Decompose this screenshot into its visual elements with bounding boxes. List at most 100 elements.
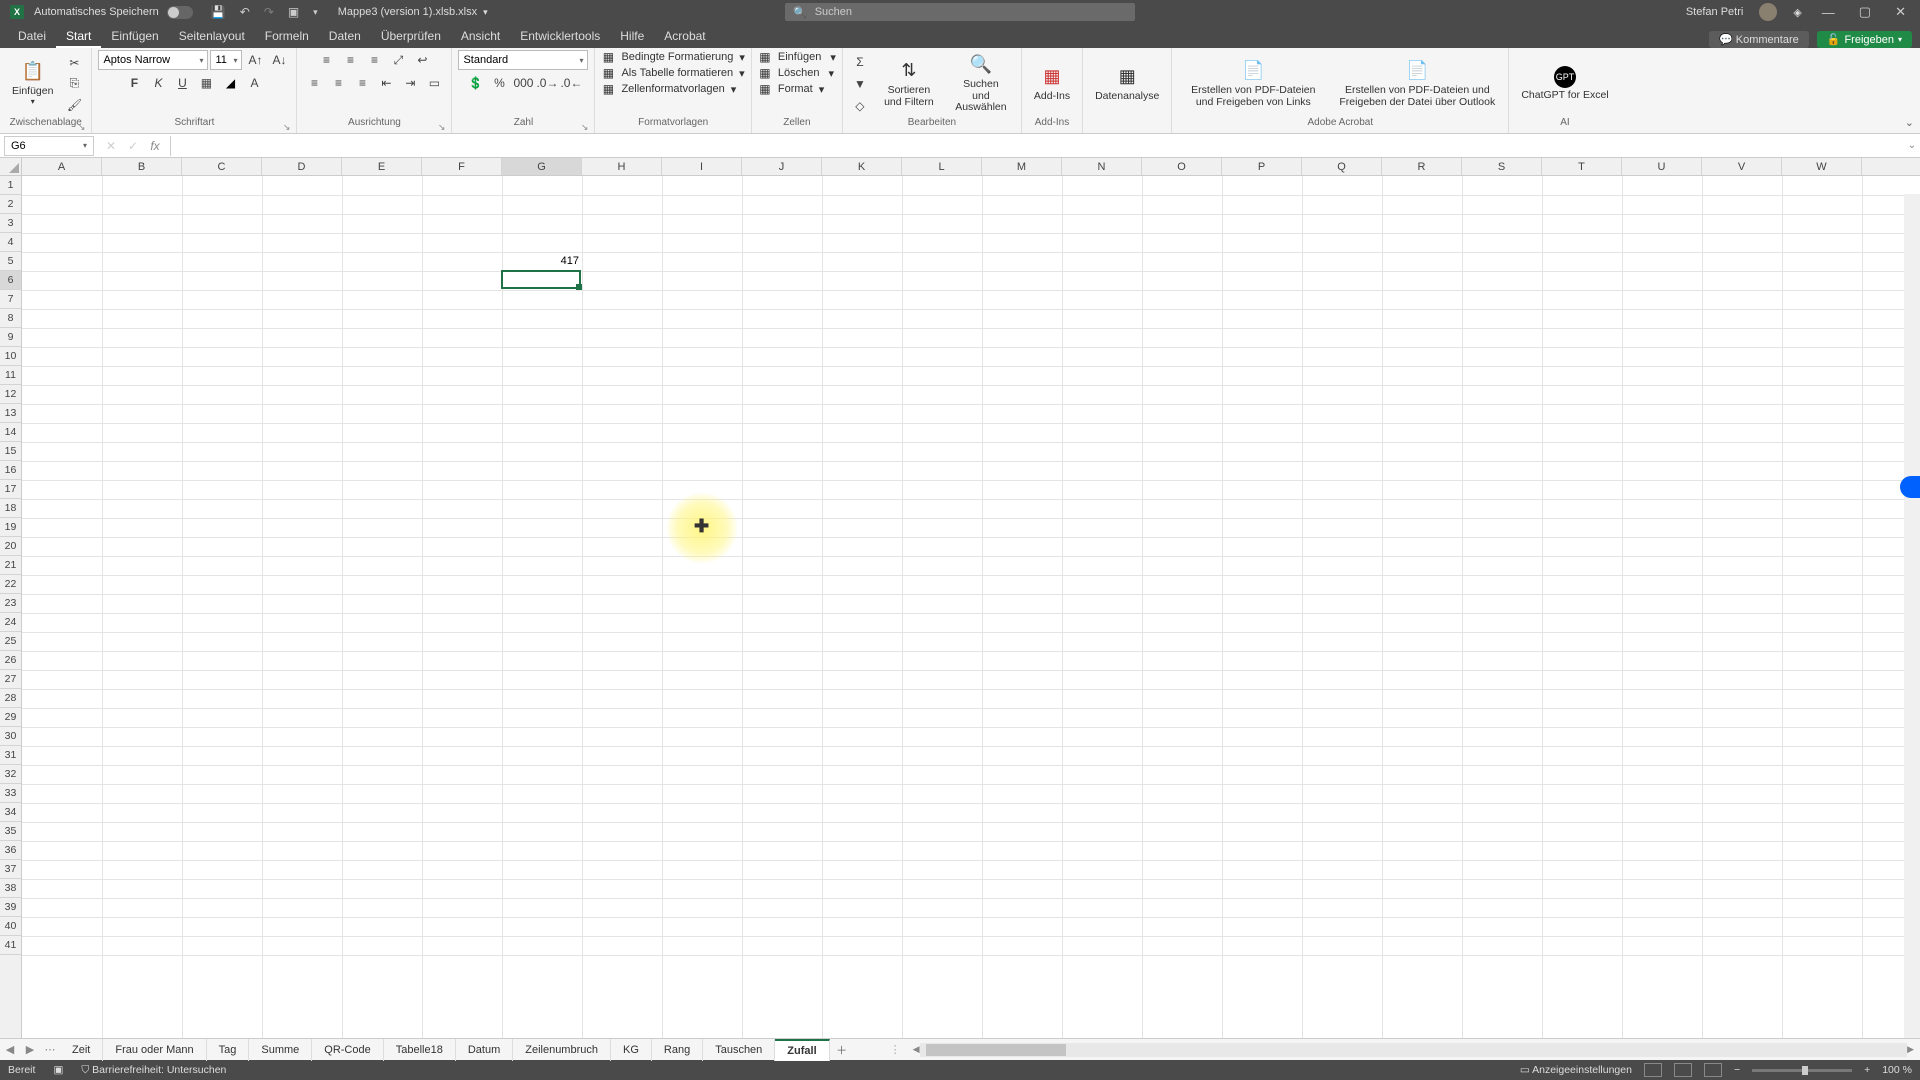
col-header-C[interactable]: C xyxy=(182,158,262,175)
autosave-switch[interactable] xyxy=(167,6,193,19)
col-header-S[interactable]: S xyxy=(1462,158,1542,175)
row-header-3[interactable]: 3 xyxy=(0,214,21,233)
search-input[interactable]: 🔍 Suchen xyxy=(785,3,1135,21)
name-box[interactable]: G6 ▾ xyxy=(4,136,94,156)
row-header-26[interactable]: 26 xyxy=(0,651,21,670)
sheet-tab-frau-oder-mann[interactable]: Frau oder Mann xyxy=(103,1039,206,1061)
menu-tab-start[interactable]: Start xyxy=(56,26,101,48)
menu-tab-einfügen[interactable]: Einfügen xyxy=(101,26,168,48)
side-panel-icon[interactable] xyxy=(1900,476,1920,498)
fill-color-icon[interactable]: ◢ xyxy=(219,73,241,93)
zoom-slider[interactable] xyxy=(1752,1069,1852,1072)
macro-record-icon[interactable]: ▣ xyxy=(53,1064,63,1076)
col-header-E[interactable]: E xyxy=(342,158,422,175)
expand-formula-icon[interactable]: ⌄ xyxy=(1904,140,1920,151)
avatar[interactable] xyxy=(1759,3,1777,21)
row-header-28[interactable]: 28 xyxy=(0,689,21,708)
row-header-41[interactable]: 41 xyxy=(0,936,21,955)
col-header-Q[interactable]: Q xyxy=(1302,158,1382,175)
row-header-4[interactable]: 4 xyxy=(0,233,21,252)
copy-icon[interactable]: ⎘ xyxy=(63,74,85,94)
select-all-button[interactable] xyxy=(0,158,22,176)
col-header-D[interactable]: D xyxy=(262,158,342,175)
sheet-tab-tag[interactable]: Tag xyxy=(207,1039,250,1061)
menu-tab-hilfe[interactable]: Hilfe xyxy=(610,26,654,48)
col-header-L[interactable]: L xyxy=(902,158,982,175)
sheet-tab-datum[interactable]: Datum xyxy=(456,1039,513,1061)
row-header-31[interactable]: 31 xyxy=(0,746,21,765)
row-header-7[interactable]: 7 xyxy=(0,290,21,309)
data-analysis-button[interactable]: ▦ Datenanalyse xyxy=(1089,63,1165,105)
vertical-scrollbar[interactable] xyxy=(1904,194,1920,1038)
row-header-25[interactable]: 25 xyxy=(0,632,21,651)
row-header-36[interactable]: 36 xyxy=(0,841,21,860)
row-header-17[interactable]: 17 xyxy=(0,480,21,499)
menu-tab-ansicht[interactable]: Ansicht xyxy=(451,26,510,48)
menu-tab-seitenlayout[interactable]: Seitenlayout xyxy=(169,26,255,48)
sheet-tab-rang[interactable]: Rang xyxy=(652,1039,703,1061)
document-name[interactable]: Mappe3 (version 1).xlsb.xlsx ▾ xyxy=(338,6,488,18)
enter-icon[interactable]: ✓ xyxy=(124,139,142,153)
row-header-39[interactable]: 39 xyxy=(0,898,21,917)
sheet-tab-tabelle18[interactable]: Tabelle18 xyxy=(384,1039,456,1061)
cell-g5[interactable]: 417 xyxy=(502,252,582,271)
dialog-launcher-icon[interactable]: ↘ xyxy=(283,122,291,133)
decrease-font-icon[interactable]: A↓ xyxy=(268,50,290,70)
row-header-1[interactable]: 1 xyxy=(0,176,21,195)
wrap-text-icon[interactable]: ↩ xyxy=(411,50,433,70)
thousands-icon[interactable]: 000 xyxy=(512,73,534,93)
formula-input[interactable] xyxy=(170,136,1904,156)
font-size-combo[interactable]: 11▾ xyxy=(210,50,242,70)
col-header-V[interactable]: V xyxy=(1702,158,1782,175)
menu-tab-datei[interactable]: Datei xyxy=(8,26,56,48)
col-header-K[interactable]: K xyxy=(822,158,902,175)
row-header-35[interactable]: 35 xyxy=(0,822,21,841)
sheet-tab-tauschen[interactable]: Tauschen xyxy=(703,1039,775,1061)
pdf-links-button[interactable]: 📄 Erstellen von PDF-Dateien und Freigebe… xyxy=(1178,57,1328,110)
menu-tab-acrobat[interactable]: Acrobat xyxy=(654,26,715,48)
row-header-6[interactable]: 6 xyxy=(0,271,21,290)
col-header-W[interactable]: W xyxy=(1782,158,1862,175)
align-middle-icon[interactable]: ≡ xyxy=(339,50,361,70)
col-header-R[interactable]: R xyxy=(1382,158,1462,175)
paste-button[interactable]: 📋 Einfügen ▾ xyxy=(6,58,59,108)
cell-styles-button[interactable]: ▦Zellenformatvorlagen ▾ xyxy=(601,82,736,96)
col-header-G[interactable]: G xyxy=(502,158,582,175)
percent-icon[interactable]: % xyxy=(488,73,510,93)
col-header-T[interactable]: T xyxy=(1542,158,1622,175)
currency-icon[interactable]: 💲 xyxy=(464,73,486,93)
row-header-33[interactable]: 33 xyxy=(0,784,21,803)
sheet-tab-zeit[interactable]: Zeit xyxy=(60,1039,103,1061)
sheet-tab-qr-code[interactable]: QR-Code xyxy=(312,1039,383,1061)
row-header-9[interactable]: 9 xyxy=(0,328,21,347)
diamond-icon[interactable]: ◈ xyxy=(1793,6,1801,19)
accessibility-status[interactable]: ⛉ Barrierefreiheit: Untersuchen xyxy=(81,1064,226,1077)
row-header-38[interactable]: 38 xyxy=(0,879,21,898)
autosave-toggle[interactable]: Automatisches Speichern xyxy=(34,6,193,19)
qat-more-icon[interactable]: ▾ xyxy=(313,7,318,18)
user-name[interactable]: Stefan Petri xyxy=(1686,6,1743,18)
col-header-B[interactable]: B xyxy=(102,158,182,175)
row-header-8[interactable]: 8 xyxy=(0,309,21,328)
row-header-15[interactable]: 15 xyxy=(0,442,21,461)
zoom-level[interactable]: 100 % xyxy=(1882,1064,1912,1076)
col-header-O[interactable]: O xyxy=(1142,158,1222,175)
sheet-menu-icon[interactable]: ⋯ xyxy=(40,1043,60,1056)
increase-decimal-icon[interactable]: .0→ xyxy=(536,73,558,93)
row-header-20[interactable]: 20 xyxy=(0,537,21,556)
menu-tab-entwicklertools[interactable]: Entwicklertools xyxy=(510,26,610,48)
page-break-view-icon[interactable] xyxy=(1704,1063,1722,1077)
col-header-H[interactable]: H xyxy=(582,158,662,175)
border-icon[interactable]: ▦ xyxy=(195,73,217,93)
close-button[interactable]: ✕ xyxy=(1891,4,1910,20)
row-header-5[interactable]: 5 xyxy=(0,252,21,271)
add-sheet-button[interactable]: ＋ xyxy=(830,1042,854,1058)
autosum-icon[interactable]: Σ xyxy=(849,52,871,72)
col-header-M[interactable]: M xyxy=(982,158,1062,175)
row-header-22[interactable]: 22 xyxy=(0,575,21,594)
row-header-24[interactable]: 24 xyxy=(0,613,21,632)
row-header-19[interactable]: 19 xyxy=(0,518,21,537)
redo-icon[interactable]: ↷ xyxy=(264,5,274,19)
row-header-27[interactable]: 27 xyxy=(0,670,21,689)
sheet-tab-summe[interactable]: Summe xyxy=(249,1039,312,1061)
